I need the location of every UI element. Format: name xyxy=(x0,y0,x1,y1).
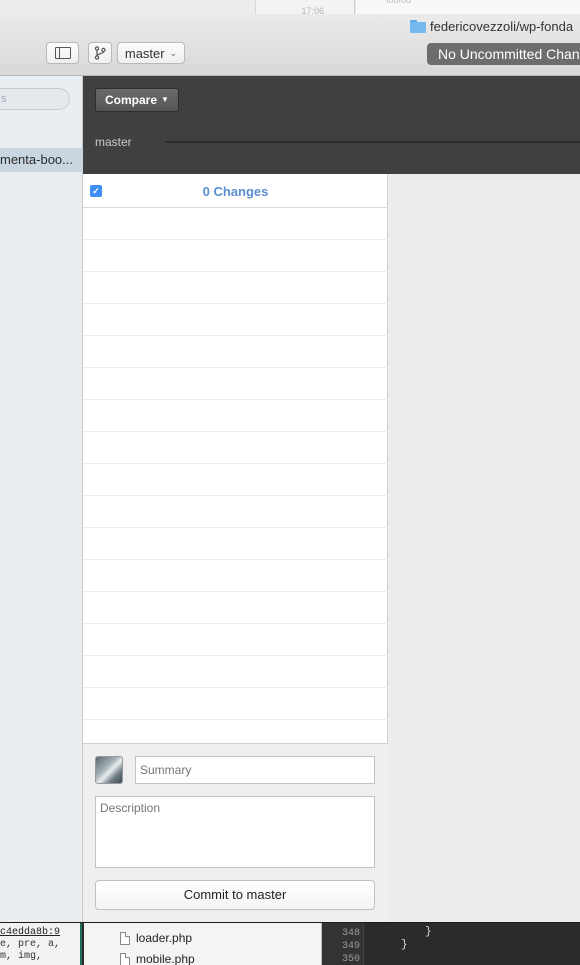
file-item[interactable]: loader.php xyxy=(120,931,192,945)
repo-path-label: federicovezzoli/wp-fonda xyxy=(430,19,574,34)
branch-icon xyxy=(94,46,106,60)
background-file-list: loader.php mobile.php xyxy=(84,923,322,965)
filter-input[interactable]: s xyxy=(0,88,70,110)
file-icon xyxy=(120,931,130,945)
list-item xyxy=(83,240,388,272)
list-item xyxy=(83,560,388,592)
list-item xyxy=(83,720,388,743)
file-name: mobile.php xyxy=(136,952,195,965)
repository-sidebar: s menta-boo... xyxy=(0,76,83,922)
timeline-branch-label: master xyxy=(95,135,132,149)
list-item xyxy=(83,656,388,688)
list-item xyxy=(83,208,388,240)
avatar xyxy=(95,756,123,784)
repo-path[interactable]: federicovezzoli/wp-fonda xyxy=(410,19,573,34)
caret-down-icon: ▼ xyxy=(161,95,169,104)
history-header: Compare ▼ master xyxy=(83,76,580,174)
line-number: 348 xyxy=(342,928,361,939)
summary-input[interactable] xyxy=(135,756,375,784)
list-item xyxy=(83,368,388,400)
filter-placeholder: s xyxy=(1,93,7,105)
changes-header: ✓ 0 Changes xyxy=(83,174,388,208)
toolbar: federicovezzoli/wp-fonda master ⌄ No Unc… xyxy=(0,14,580,76)
list-item xyxy=(83,400,388,432)
changes-panel: ✓ 0 Changes Commit to master xyxy=(83,174,388,922)
background-pane-right: foofoo xyxy=(356,0,580,14)
chevron-down-icon: ⌄ xyxy=(169,47,178,58)
changes-count: 0 Changes xyxy=(202,184,269,199)
status-pill: No Uncommitted Chang xyxy=(427,43,580,65)
history-timeline[interactable] xyxy=(165,141,580,143)
list-item xyxy=(83,528,388,560)
diff-area xyxy=(388,174,580,922)
list-item xyxy=(83,336,388,368)
sidebar-toggle-icon xyxy=(54,47,71,59)
code-line: c4edda8b:9 xyxy=(0,927,61,938)
commit-button[interactable]: Commit to master xyxy=(95,880,375,910)
background-editor: } } xyxy=(365,923,580,965)
branch-select[interactable]: master ⌄ xyxy=(117,42,185,64)
background-editor-window: c4edda8b:9 e, pre, a, m, img, loader.php… xyxy=(0,922,580,965)
folder-icon xyxy=(410,20,426,33)
editor-line: } xyxy=(401,939,408,951)
line-number-gutter: 348 349 350 xyxy=(322,923,364,965)
description-input[interactable] xyxy=(95,796,375,868)
app-window: 17:06 foofoo federicovezzoli/wp-fonda ma… xyxy=(0,0,580,965)
background-pane-left xyxy=(0,0,255,14)
compare-button-label: Compare xyxy=(105,93,158,107)
list-item xyxy=(83,464,388,496)
list-item xyxy=(83,688,388,720)
sidebar-toggle-button[interactable] xyxy=(46,42,79,64)
code-line: e, pre, a, xyxy=(0,939,61,950)
background-partial-text: foofoo xyxy=(386,0,412,5)
list-item xyxy=(83,272,388,304)
code-line: m, img, xyxy=(0,951,43,962)
commit-area: Commit to master xyxy=(83,743,388,922)
background-code-pane: c4edda8b:9 e, pre, a, m, img, xyxy=(0,923,82,965)
changes-list xyxy=(83,208,388,743)
file-icon xyxy=(120,952,130,965)
list-item xyxy=(83,432,388,464)
line-number: 350 xyxy=(342,954,361,965)
file-item[interactable]: mobile.php xyxy=(120,952,195,965)
line-number: 349 xyxy=(342,941,361,952)
branch-select-label: master xyxy=(124,45,165,61)
branch-button[interactable] xyxy=(88,42,112,64)
list-item xyxy=(83,592,388,624)
sidebar-item-label: menta-boo... xyxy=(0,152,73,167)
compare-button[interactable]: Compare ▼ xyxy=(95,88,179,112)
background-window-strip: 17:06 foofoo xyxy=(0,0,580,16)
list-item xyxy=(83,496,388,528)
list-item xyxy=(83,304,388,336)
editor-line: } xyxy=(425,926,432,938)
list-item xyxy=(83,624,388,656)
status-label: No Uncommitted Chang xyxy=(438,46,580,62)
file-name: loader.php xyxy=(136,931,193,945)
background-pane-mid: 17:06 xyxy=(255,0,355,16)
sidebar-item-selected-repo[interactable]: menta-boo... xyxy=(0,148,83,172)
